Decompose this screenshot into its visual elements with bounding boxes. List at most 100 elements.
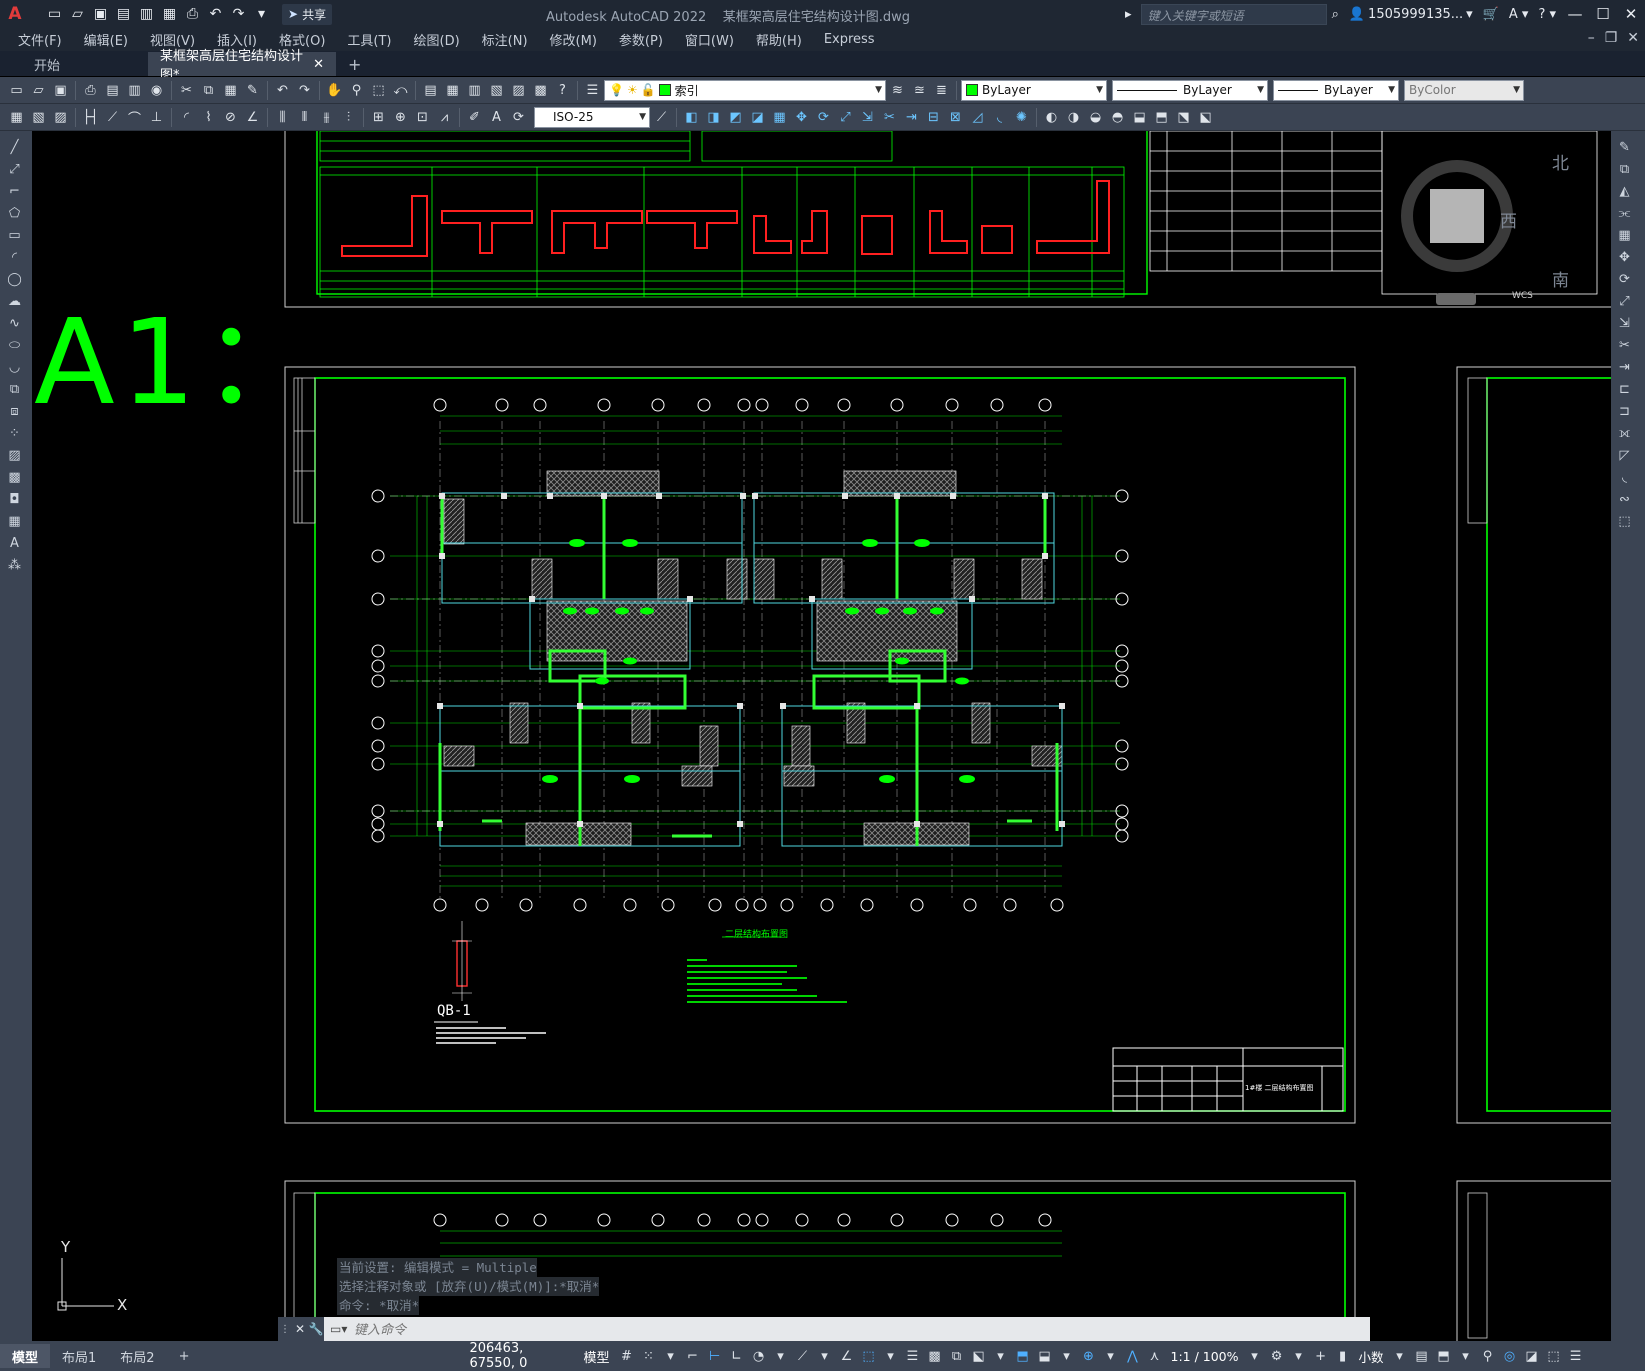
insert-block-icon[interactable]: ⧉	[4, 379, 25, 400]
dim-edit-icon[interactable]: ✐	[464, 107, 485, 128]
offset-icon[interactable]: ⫘	[1614, 203, 1635, 224]
copy-icon[interactable]: ⧉	[198, 80, 219, 101]
autodesk-app-icon[interactable]: A ▾	[1509, 7, 1529, 22]
ellipse-arc-icon[interactable]: ◡	[4, 357, 25, 378]
plot-preview-icon[interactable]: ▤	[102, 80, 123, 101]
workspace-gear-icon[interactable]: ⚙	[1266, 1344, 1288, 1368]
dim-update-icon[interactable]: ⟳	[508, 107, 529, 128]
search-icon[interactable]: ⌕	[1332, 7, 1339, 22]
jogged-dim-icon[interactable]: ⌇	[198, 107, 219, 128]
join-icon[interactable]: ⟗	[1614, 423, 1635, 444]
extend-icon[interactable]: ⇥	[901, 107, 922, 128]
plotstyle-dropdown[interactable]: ByColor ▼	[1404, 79, 1524, 101]
diameter-dim-icon[interactable]: ⊘	[220, 107, 241, 128]
save-icon[interactable]: ▣	[50, 80, 71, 101]
trim-icon[interactable]: ✂	[1614, 335, 1635, 356]
tab-layout1[interactable]: 布局1	[50, 1344, 108, 1368]
move-icon[interactable]: ✥	[1614, 247, 1635, 268]
solid-subtract-icon[interactable]: ◑	[1063, 107, 1084, 128]
spline-icon[interactable]: ∿	[4, 313, 25, 334]
annotation-visibility-icon[interactable]: ⋀	[1122, 1344, 1144, 1368]
customize-qa-icon[interactable]: ▾	[251, 4, 272, 25]
stretch-icon[interactable]: ⇲	[1614, 313, 1635, 334]
tab-layout2[interactable]: 布局2	[108, 1344, 166, 1368]
chevron-down-icon[interactable]: ▾	[660, 1344, 682, 1368]
menu-window[interactable]: 窗口(W)	[685, 30, 734, 49]
design-center-icon[interactable]: ▦	[442, 80, 463, 101]
fillet-icon[interactable]: ◟	[989, 107, 1010, 128]
break-point-icon[interactable]: ⊏	[1614, 379, 1635, 400]
selection-filter-icon[interactable]: ⬓	[1034, 1344, 1056, 1368]
isolate-objects-icon[interactable]: ⚲	[1477, 1344, 1499, 1368]
menu-express[interactable]: Express	[824, 32, 875, 47]
model-space-toggle[interactable]: 模型	[583, 1347, 609, 1366]
menu-help[interactable]: 帮助(H)	[756, 30, 802, 49]
new-tab-button[interactable]: +	[336, 52, 373, 76]
graphics-performance-icon[interactable]: ◪	[1521, 1344, 1543, 1368]
mirror-icon[interactable]: ◭	[1614, 181, 1635, 202]
line-icon[interactable]: ╱	[4, 137, 25, 158]
mirror-icon[interactable]: ◩	[725, 107, 746, 128]
properties-icon[interactable]: ▤	[420, 80, 441, 101]
viewcube-north[interactable]: 北	[1552, 149, 1569, 174]
autocad-logo-icon[interactable]: A	[0, 0, 30, 28]
command-prompt-icon[interactable]: ▭▾	[324, 1322, 354, 1336]
3d-dwf-icon[interactable]: ◉	[146, 80, 167, 101]
menu-parametric[interactable]: 参数(P)	[619, 30, 663, 49]
menu-dimension[interactable]: 标注(N)	[482, 30, 528, 49]
make-current-layer-icon[interactable]: ≋	[887, 80, 908, 101]
ordinate-dim-icon[interactable]: ⊥	[146, 107, 167, 128]
arc-icon[interactable]: ◜	[4, 247, 25, 268]
plus-icon[interactable]: +	[1310, 1344, 1332, 1368]
cut-icon[interactable]: ✂	[176, 80, 197, 101]
viewcube-west[interactable]: 西	[1500, 207, 1517, 232]
chamfer-icon[interactable]: ◸	[1614, 445, 1635, 466]
arc-length-icon[interactable]: ⌒	[124, 107, 145, 128]
linear-dim-icon[interactable]: ├┤	[80, 107, 101, 128]
menu-tools[interactable]: 工具(T)	[347, 30, 391, 49]
stretch-icon[interactable]: ⇲	[857, 107, 878, 128]
print-icon[interactable]: ⎙	[80, 80, 101, 101]
user-account[interactable]: 👤 1505999135... ▾	[1349, 7, 1473, 22]
dynamic-input-icon[interactable]: ⊢	[704, 1344, 726, 1368]
tab-model[interactable]: 模型	[0, 1344, 51, 1368]
polyline-icon[interactable]: ⌐	[4, 181, 25, 202]
print-icon[interactable]: ⎙	[182, 4, 203, 25]
customize-icon[interactable]: 🔧	[308, 1317, 324, 1341]
annotation-scale[interactable]: 1:1 / 100%	[1171, 1349, 1239, 1364]
tab-close-icon[interactable]: ✕	[313, 57, 324, 72]
hatch-icon[interactable]: ▨	[4, 445, 25, 466]
quick-properties-icon[interactable]: ▤	[1411, 1344, 1433, 1368]
chevron-down-icon[interactable]: ▾	[1455, 1344, 1477, 1368]
continue-dim-icon[interactable]: ⫵	[316, 107, 337, 128]
erase-icon[interactable]: ◧	[681, 107, 702, 128]
copy-icon[interactable]: ⧉	[1614, 159, 1635, 180]
command-input[interactable]	[354, 1321, 1254, 1337]
rotate-icon[interactable]: ⟳	[1614, 269, 1635, 290]
table-icon[interactable]: ▦	[4, 511, 25, 532]
ucs-previous-icon[interactable]: ⬔	[1173, 107, 1194, 128]
layer-previous-icon[interactable]: ≊	[909, 80, 930, 101]
paste-icon[interactable]: ▦	[220, 80, 241, 101]
chevron-right-icon[interactable]: ▸	[1125, 7, 1132, 22]
snap-icon[interactable]: ⁙	[638, 1344, 660, 1368]
blend-curves-icon[interactable]: ∾	[1614, 489, 1635, 510]
viewcube-south[interactable]: 南	[1552, 266, 1569, 291]
join-icon[interactable]: ⊠	[945, 107, 966, 128]
dimstyle-manager-icon[interactable]: ⟋	[651, 107, 672, 128]
color-dropdown[interactable]: ByLayer ▼	[961, 79, 1107, 101]
angular-dim-icon[interactable]: ∠	[242, 107, 263, 128]
coordinate-readout[interactable]: 206463, 67550, 0	[469, 1341, 571, 1371]
baseline-dim-icon[interactable]: ⫴	[294, 107, 315, 128]
layer-properties-icon[interactable]: ☰	[582, 80, 603, 101]
extend-icon[interactable]: ⇥	[1614, 357, 1635, 378]
construction-line-icon[interactable]: ⤢	[4, 159, 25, 180]
copy-object-icon[interactable]: ◨	[703, 107, 724, 128]
dynamic-ucs-icon[interactable]: ⬒	[1012, 1344, 1034, 1368]
ellipse-icon[interactable]: ⬭	[4, 335, 25, 356]
plot-preview-icon[interactable]: ▦	[159, 4, 180, 25]
chevron-down-icon[interactable]: ▾	[1244, 1344, 1266, 1368]
layer-iso-icon[interactable]: ▨	[50, 107, 71, 128]
array-icon[interactable]: ▦	[769, 107, 790, 128]
doc-minimize-button[interactable]: –	[1588, 30, 1595, 46]
